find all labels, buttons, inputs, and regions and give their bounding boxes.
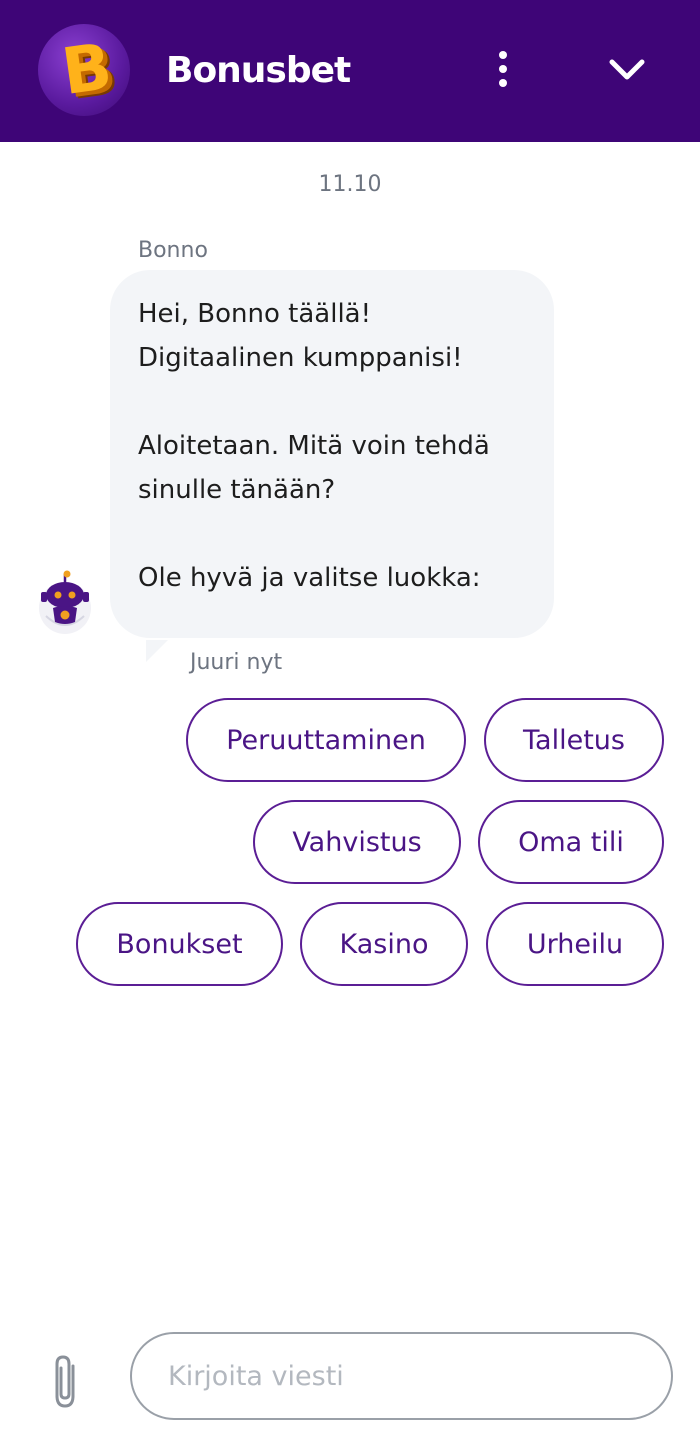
sender-name: Bonno xyxy=(138,238,208,263)
quick-reply-peruuttaminen[interactable]: Peruuttaminen xyxy=(186,698,466,782)
robot-icon xyxy=(34,570,96,636)
chat-title: Bonusbet xyxy=(166,50,351,91)
quick-reply-vahvistus[interactable]: Vahvistus xyxy=(253,800,461,884)
quick-reply-bonukset[interactable]: Bonukset xyxy=(76,902,283,986)
chevron-down-icon[interactable] xyxy=(600,46,654,94)
brand-logo: B xyxy=(38,24,130,116)
date-separator: 11.10 xyxy=(318,172,382,197)
message-composer xyxy=(0,1318,700,1439)
quick-reply-urheilu[interactable]: Urheilu xyxy=(486,902,664,986)
vertical-dots-icon[interactable] xyxy=(486,48,520,92)
paperclip-icon[interactable] xyxy=(46,1352,86,1412)
message-time: Juuri nyt xyxy=(190,650,283,675)
quick-reply-oma-tili[interactable]: Oma tili xyxy=(478,800,664,884)
bubble-tail xyxy=(146,640,168,662)
chat-header: B Bonusbet xyxy=(0,0,700,142)
quick-reply-talletus[interactable]: Talletus xyxy=(484,698,664,782)
message-input[interactable] xyxy=(130,1332,673,1420)
logo-letter: B xyxy=(57,29,117,111)
quick-reply-kasino[interactable]: Kasino xyxy=(300,902,468,986)
bot-message-bubble: Hei, Bonno täällä! Digitaalinen kumppani… xyxy=(110,270,554,638)
